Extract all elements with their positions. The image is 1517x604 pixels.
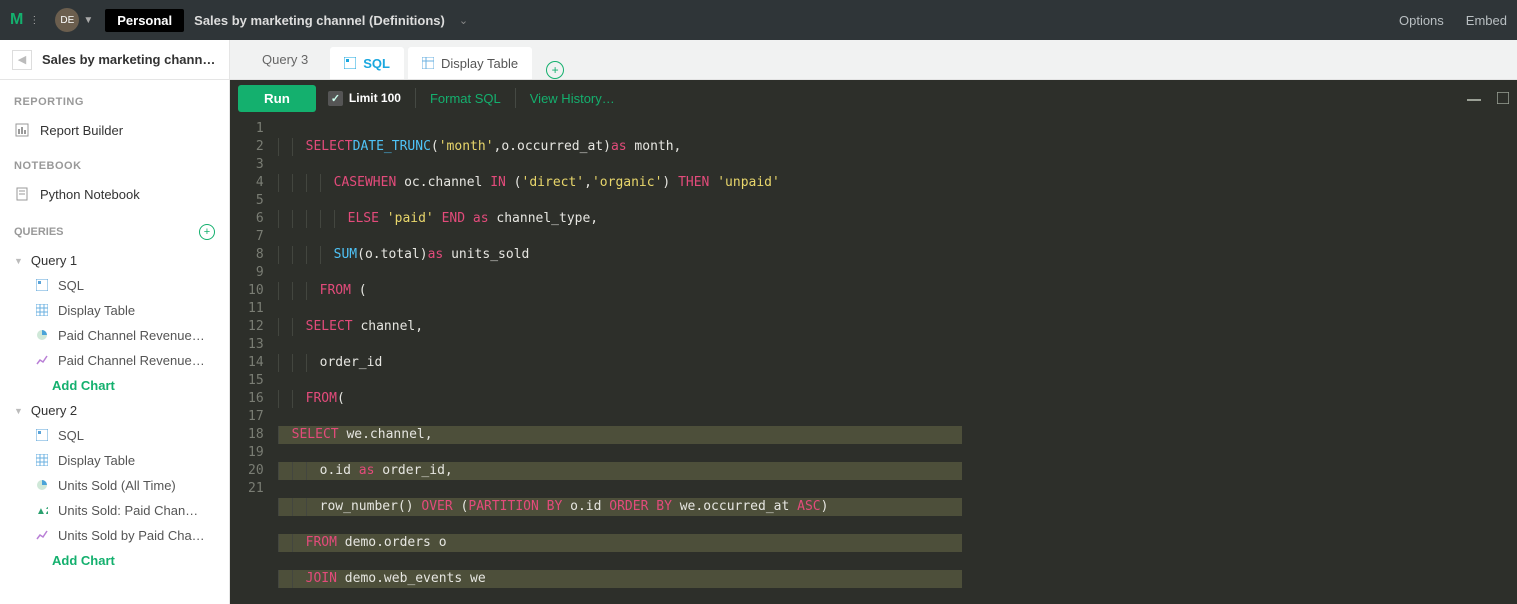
limit-checkbox[interactable]: ✓ Limit 100 bbox=[328, 91, 401, 106]
query-tree: ▼ Query 1 SQL Display Table Paid Channel … bbox=[0, 248, 229, 573]
add-chart-button[interactable]: Add Chart bbox=[0, 373, 229, 398]
logo-menu-icon[interactable]: ⋮ bbox=[29, 15, 41, 26]
section-header-reporting: REPORTING bbox=[0, 80, 229, 116]
logo-icon[interactable]: M bbox=[10, 11, 23, 29]
tree-label: Query 1 bbox=[31, 253, 77, 268]
add-chart-button[interactable]: Add Chart bbox=[0, 548, 229, 573]
line-chart-icon bbox=[36, 354, 50, 368]
editor-tabs: Query 3 SQL Display Table + bbox=[230, 40, 1517, 80]
query-tab-label[interactable]: Query 3 bbox=[244, 39, 326, 79]
tree-label: SQL bbox=[58, 428, 84, 443]
limit-label: Limit 100 bbox=[349, 91, 401, 105]
tree-label: Display Table bbox=[58, 303, 135, 318]
avatar[interactable]: DE bbox=[55, 8, 79, 32]
sql-icon bbox=[344, 57, 356, 69]
tree-label: SQL bbox=[58, 278, 84, 293]
table-icon bbox=[422, 57, 434, 69]
code-editor[interactable]: 123456789101112131415161718192021 SELECT… bbox=[230, 116, 1517, 604]
queries-label: QUERIES bbox=[14, 226, 64, 238]
line-chart-icon bbox=[36, 529, 50, 543]
run-button[interactable]: Run bbox=[238, 85, 316, 112]
tab-label: Display Table bbox=[441, 56, 518, 71]
pie-chart-icon bbox=[36, 329, 50, 343]
maximize-icon[interactable] bbox=[1497, 92, 1509, 104]
back-button[interactable]: ◀ bbox=[12, 50, 32, 70]
tree-leaf-sql[interactable]: SQL bbox=[0, 423, 229, 448]
tree-leaf-chart[interactable]: Units Sold by Paid Cha… bbox=[0, 523, 229, 548]
options-link[interactable]: Options bbox=[1399, 13, 1444, 28]
pie-chart-icon bbox=[36, 479, 50, 493]
sql-icon bbox=[36, 429, 50, 443]
tree-label: Units Sold (All Time) bbox=[58, 478, 176, 493]
section-header-notebook: NOTEBOOK bbox=[0, 144, 229, 180]
sidebar: ◀ Sales by marketing chann… REPORTING Re… bbox=[0, 40, 230, 604]
separator bbox=[415, 88, 416, 108]
gutter: 123456789101112131415161718192021 bbox=[230, 116, 274, 604]
content-area: Query 3 SQL Display Table + Run ✓ Limit 1… bbox=[230, 40, 1517, 604]
tree-label: Query 2 bbox=[31, 403, 77, 418]
report-caret-icon[interactable]: ⌄ bbox=[459, 14, 468, 27]
tree-leaf-display-table[interactable]: Display Table bbox=[0, 298, 229, 323]
sidebar-label: Report Builder bbox=[40, 123, 123, 138]
tree-label: Units Sold by Paid Cha… bbox=[58, 528, 205, 543]
breadcrumb: ◀ Sales by marketing chann… bbox=[0, 40, 229, 80]
report-builder-icon bbox=[14, 122, 30, 138]
tab-display-table[interactable]: Display Table bbox=[408, 47, 532, 79]
tree-label: Paid Channel Revenue… bbox=[58, 353, 205, 368]
code-content[interactable]: SELECT DATE_TRUNC('month',o.occurred_at)… bbox=[274, 116, 962, 604]
sidebar-item-report-builder[interactable]: Report Builder bbox=[0, 116, 229, 144]
view-history-link[interactable]: View History… bbox=[530, 91, 615, 106]
chevron-down-icon: ▼ bbox=[14, 406, 23, 416]
section-header-queries: QUERIES + bbox=[0, 208, 229, 248]
tree-leaf-chart[interactable]: ▲2 Units Sold: Paid Chan… bbox=[0, 498, 229, 523]
tab-label: SQL bbox=[363, 56, 390, 71]
svg-text:▲2: ▲2 bbox=[36, 506, 48, 516]
add-tab-button[interactable]: + bbox=[546, 61, 564, 79]
separator bbox=[515, 88, 516, 108]
embed-link[interactable]: Embed bbox=[1466, 13, 1507, 28]
editor-toolbar: Run ✓ Limit 100 Format SQL View History… bbox=[230, 80, 1517, 116]
sql-icon bbox=[36, 279, 50, 293]
minimize-icon[interactable] bbox=[1467, 93, 1481, 103]
notebook-icon bbox=[14, 186, 30, 202]
tree-group-query1[interactable]: ▼ Query 1 bbox=[0, 248, 229, 273]
tree-label: Paid Channel Revenue… bbox=[58, 328, 205, 343]
tree-leaf-display-table[interactable]: Display Table bbox=[0, 448, 229, 473]
chevron-down-icon: ▼ bbox=[14, 256, 23, 266]
checkbox-icon: ✓ bbox=[328, 91, 343, 106]
table-icon bbox=[36, 454, 50, 468]
tree-leaf-chart[interactable]: Paid Channel Revenue… bbox=[0, 348, 229, 373]
tree-group-query2[interactable]: ▼ Query 2 bbox=[0, 398, 229, 423]
add-query-button[interactable]: + bbox=[199, 224, 215, 240]
tree-leaf-sql[interactable]: SQL bbox=[0, 273, 229, 298]
format-sql-link[interactable]: Format SQL bbox=[430, 91, 501, 106]
big-number-icon: ▲2 bbox=[36, 504, 50, 518]
sidebar-item-python-notebook[interactable]: Python Notebook bbox=[0, 180, 229, 208]
table-icon bbox=[36, 304, 50, 318]
sidebar-label: Python Notebook bbox=[40, 187, 140, 202]
breadcrumb-label: Sales by marketing chann… bbox=[42, 52, 215, 67]
user-caret-icon[interactable]: ▼ bbox=[83, 15, 93, 26]
tree-leaf-chart[interactable]: Paid Channel Revenue… bbox=[0, 323, 229, 348]
tree-leaf-chart[interactable]: Units Sold (All Time) bbox=[0, 473, 229, 498]
tree-label: Display Table bbox=[58, 453, 135, 468]
tab-sql[interactable]: SQL bbox=[330, 47, 404, 79]
space-badge[interactable]: Personal bbox=[105, 9, 184, 32]
tree-label: Units Sold: Paid Chan… bbox=[58, 503, 198, 518]
topbar: M ⋮ DE ▼ Personal Sales by marketing cha… bbox=[0, 0, 1517, 40]
report-title[interactable]: Sales by marketing channel (Definitions) bbox=[194, 13, 445, 28]
